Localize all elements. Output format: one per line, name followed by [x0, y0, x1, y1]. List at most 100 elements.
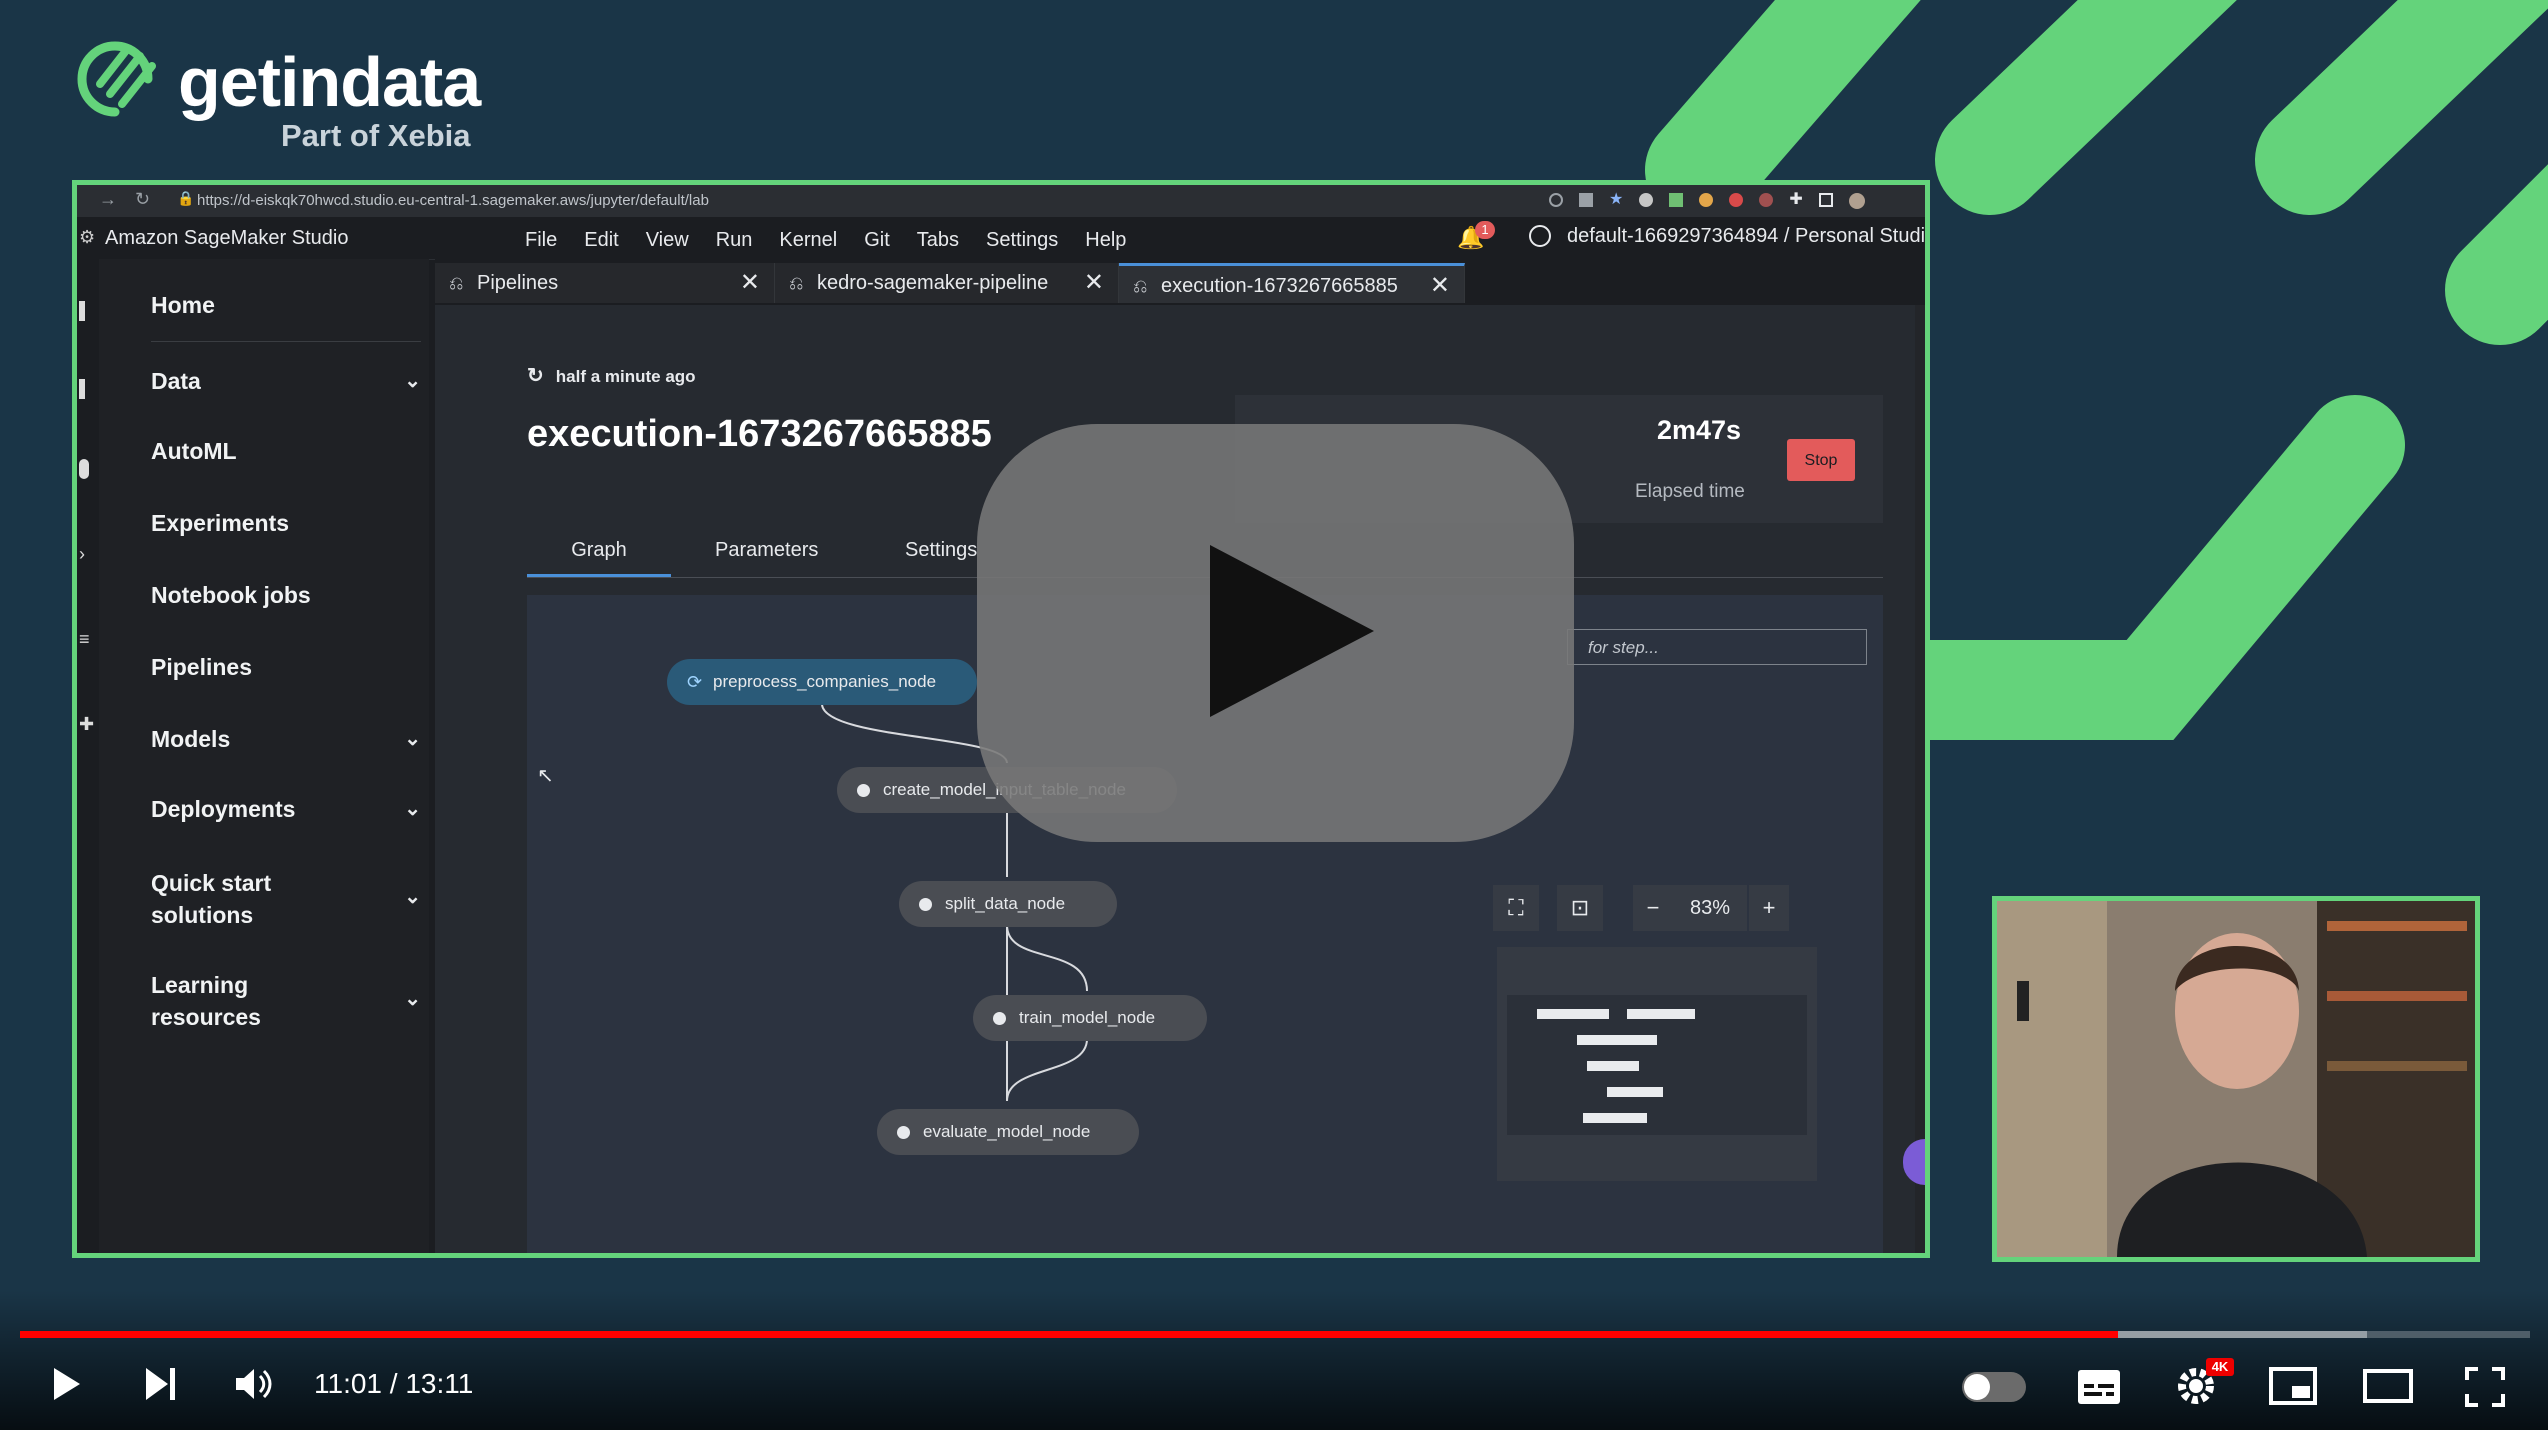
graph-node-preprocess[interactable]: ⟳ preprocess_companies_node	[667, 659, 977, 705]
sidebar-item-notebook-jobs[interactable]: Notebook jobs	[151, 579, 311, 611]
sidepanel-icon[interactable]	[1818, 193, 1833, 207]
home-strip-icon[interactable]	[79, 301, 85, 321]
next-icon[interactable]	[140, 1364, 180, 1404]
deco-stripe	[1880, 395, 2405, 740]
play-icon[interactable]	[46, 1364, 86, 1404]
status-dot-icon	[897, 1126, 910, 1139]
brand-tagline: Part of Xebia	[281, 118, 471, 153]
sidebar-item-quick-start[interactable]: Quick start solutions ⌄	[151, 867, 421, 931]
menu-edit[interactable]: Edit	[584, 229, 618, 252]
chevron-down-icon: ⌄	[404, 728, 421, 750]
progress-bar[interactable]	[20, 1331, 2530, 1338]
user-profile[interactable]: default-1669297364894 / Personal Studi	[1567, 225, 1925, 248]
bookmark-star-icon[interactable]: ★	[1609, 192, 1623, 209]
status-dot-icon	[993, 1012, 1006, 1025]
refresh-icon[interactable]: ↻	[527, 365, 544, 387]
stop-button[interactable]: Stop	[1787, 439, 1855, 481]
close-icon[interactable]: ✕	[1084, 263, 1104, 303]
extension-icon[interactable]	[1639, 193, 1654, 207]
close-icon[interactable]: ✕	[740, 263, 760, 303]
address-bar[interactable]: https://d-eiskqk70hwcd.studio.eu-central…	[197, 190, 1577, 212]
chevron-down-icon: ⌄	[404, 988, 421, 1010]
menu-kernel[interactable]: Kernel	[779, 229, 837, 252]
fit-view-icon[interactable]: ⊡	[1557, 885, 1603, 931]
deco-stripe	[2255, 0, 2548, 215]
close-icon[interactable]: ✕	[1430, 266, 1450, 306]
sidebar-item-experiments[interactable]: Experiments	[151, 507, 289, 539]
app-title: Amazon SageMaker Studio	[105, 227, 349, 249]
time-display: 11:01 / 13:11	[314, 1368, 474, 1399]
chevron-down-icon: ⌄	[404, 370, 421, 392]
fullscreen-icon[interactable]	[2464, 1366, 2506, 1408]
minimap-node	[1537, 1009, 1609, 1019]
status-text: half a minute ago	[555, 367, 696, 386]
app-menubar: ⚙ Amazon SageMaker Studio File Edit View…	[77, 217, 1925, 260]
pipeline-icon: ⎌	[1133, 276, 1148, 296]
getindata-logo-icon	[77, 41, 156, 117]
graph-node-evaluate-model[interactable]: evaluate_model_node	[877, 1109, 1139, 1155]
tab-execution[interactable]: ⎌ execution-1673267665885 ✕	[1119, 263, 1465, 303]
chevron-down-icon: ⌄	[404, 798, 421, 820]
menu-file[interactable]: File	[525, 229, 557, 252]
running-strip-icon[interactable]: ›	[79, 544, 85, 565]
tab-parameters[interactable]: Parameters	[715, 539, 818, 562]
reload-icon[interactable]: ↻	[135, 189, 150, 210]
menu-strip-icon[interactable]: ≡	[79, 629, 90, 650]
forward-icon[interactable]: →	[99, 189, 117, 210]
graph-node-split-data[interactable]: split_data_node	[899, 881, 1117, 927]
zoom-in-button[interactable]: +	[1749, 885, 1789, 931]
sidebar-item-learning[interactable]: Learning resources ⌄	[151, 969, 421, 1033]
spinner-icon: ⟳	[687, 672, 703, 692]
chevron-down-icon: ⌄	[404, 886, 421, 908]
sidebar-item-models[interactable]: Models ⌄	[151, 723, 421, 755]
graph-minimap[interactable]	[1497, 947, 1817, 1181]
menu-settings[interactable]: Settings	[986, 229, 1058, 252]
elapsed-time-value: 2m47s	[1657, 415, 1742, 445]
tab-graph[interactable]: Graph	[527, 539, 671, 577]
extension-icon[interactable]	[1669, 193, 1684, 207]
theater-mode-icon[interactable]	[2362, 1368, 2414, 1404]
zoom-out-button[interactable]: −	[1633, 885, 1673, 931]
tab-pipelines[interactable]: ⎌ Pipelines ✕	[435, 263, 775, 303]
menu-run[interactable]: Run	[716, 229, 753, 252]
extension-icon[interactable]	[1729, 193, 1744, 207]
miniplayer-icon[interactable]	[2268, 1366, 2318, 1406]
deco-stripe	[1935, 0, 2237, 215]
volume-icon[interactable]	[232, 1364, 274, 1404]
extension-strip-icon[interactable]: ✚	[79, 714, 94, 735]
fullscreen-icon[interactable]: ⛶	[1493, 885, 1539, 931]
subtitles-icon[interactable]	[2076, 1368, 2122, 1406]
tab-settings[interactable]: Settings	[905, 539, 977, 562]
menu-tabs[interactable]: Tabs	[917, 229, 959, 252]
extension-icon[interactable]	[1759, 193, 1774, 207]
minimap-node	[1577, 1035, 1657, 1045]
sidebar-item-data[interactable]: Data ⌄	[151, 365, 421, 397]
git-strip-icon[interactable]	[79, 459, 89, 479]
graph-node-train-model[interactable]: train_model_node	[973, 995, 1207, 1041]
tab-kedro-pipeline[interactable]: ⎌ kedro-sagemaker-pipeline ✕	[775, 263, 1119, 303]
zoom-icon[interactable]	[1549, 193, 1563, 207]
node-label: train_model_node	[1019, 1008, 1156, 1027]
sagemaker-logo-icon: ⚙	[79, 227, 96, 247]
sidebar-item-label: Deployments	[151, 796, 296, 822]
refresh-status[interactable]: ↻ half a minute ago	[527, 363, 696, 388]
menu-help[interactable]: Help	[1085, 229, 1126, 252]
autoplay-toggle[interactable]	[1962, 1372, 2026, 1402]
folder-strip-icon[interactable]	[79, 379, 85, 399]
sidebar-item-home[interactable]: Home	[151, 289, 215, 321]
sidebar-item-pipelines[interactable]: Pipelines	[151, 651, 252, 683]
puzzle-icon[interactable]: ✚	[1789, 192, 1802, 209]
menu-git[interactable]: Git	[864, 229, 890, 252]
deco-stripe	[1645, 0, 1921, 225]
extension-icon[interactable]	[1699, 193, 1714, 207]
sidebar-item-deployments[interactable]: Deployments ⌄	[151, 793, 421, 825]
share-icon[interactable]	[1579, 193, 1593, 207]
lock-icon: 🔒	[177, 190, 195, 206]
status-dot-icon	[857, 784, 870, 797]
sidebar-item-automl[interactable]: AutoML	[151, 435, 237, 467]
menu-view[interactable]: View	[646, 229, 689, 252]
step-search-input[interactable]: for step...	[1567, 629, 1867, 665]
execution-title: execution-1673267665885	[527, 413, 992, 455]
profile-avatar[interactable]	[1848, 193, 1865, 209]
node-label: preprocess_companies_node	[713, 672, 937, 691]
